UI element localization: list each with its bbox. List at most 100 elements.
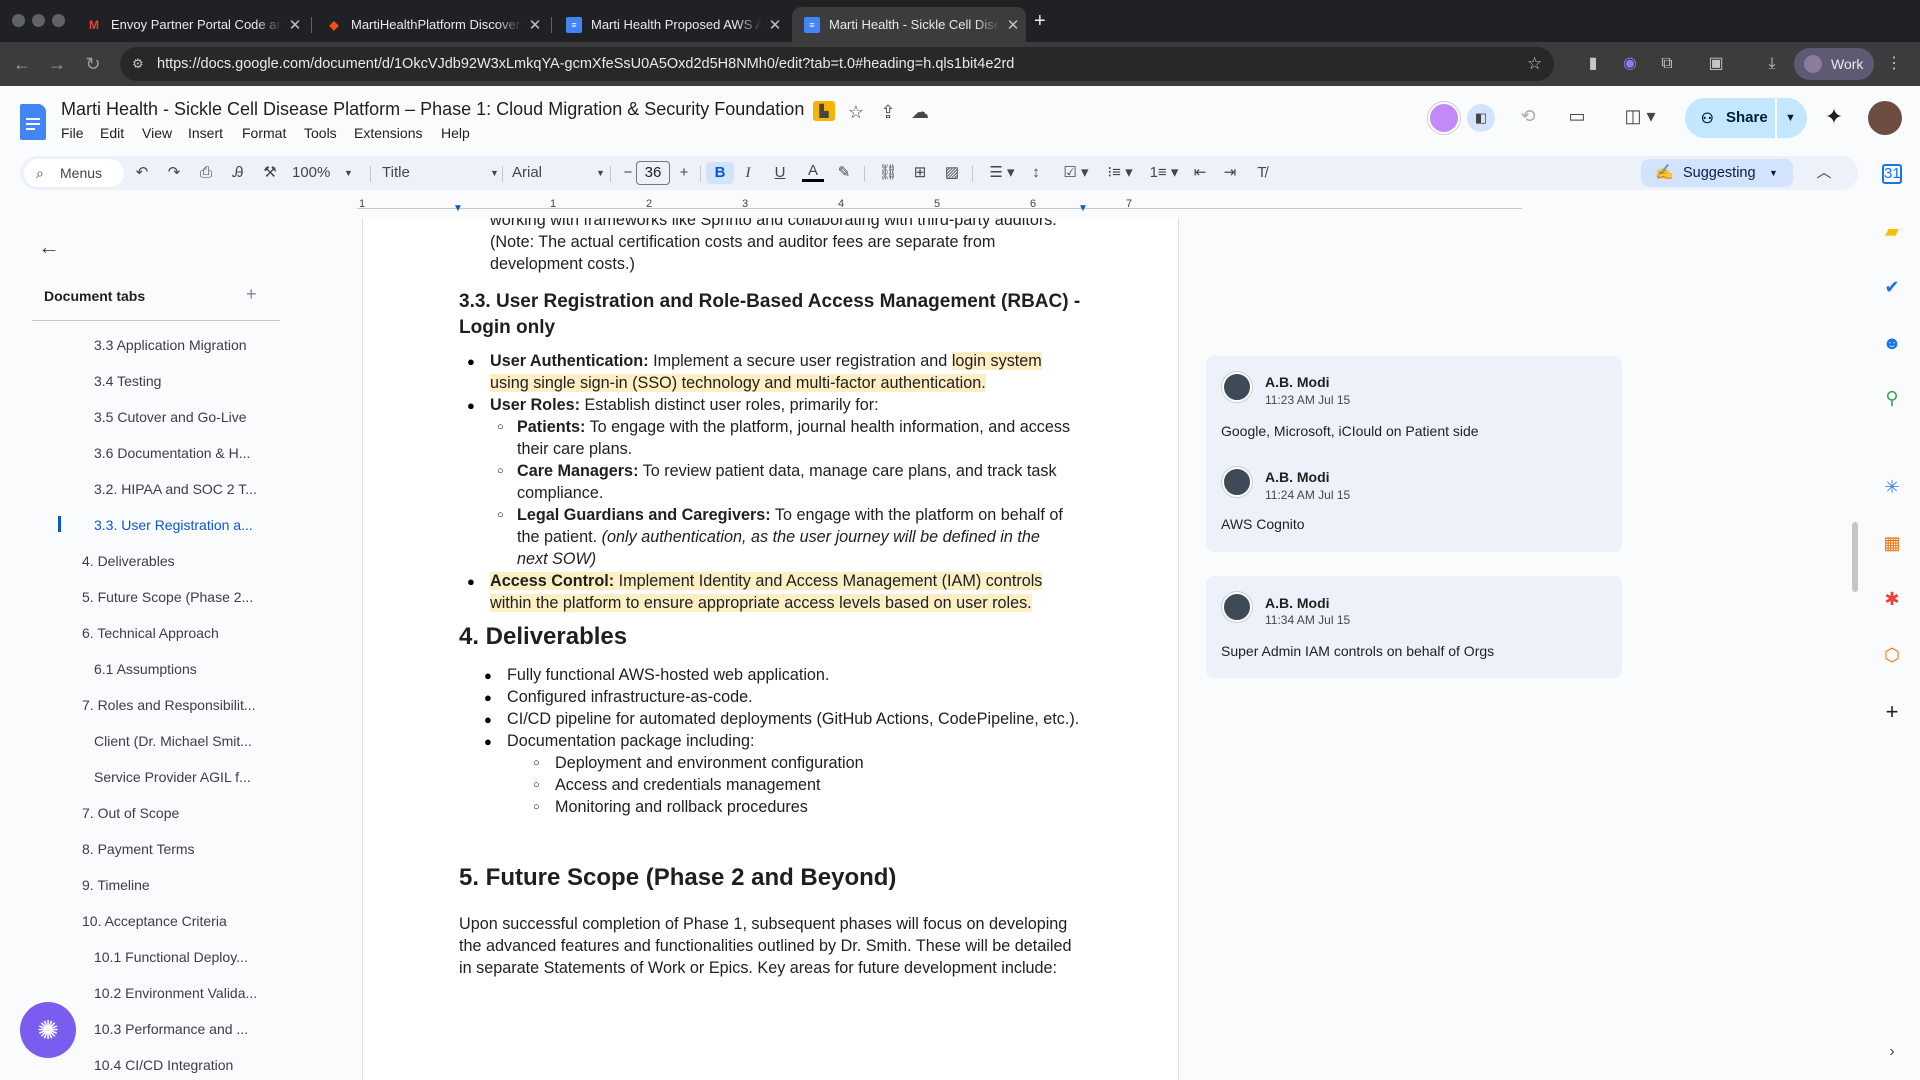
tab-close-icon[interactable]: ✕ [762, 16, 788, 34]
chevron-down-icon[interactable]: ▼ [1785, 98, 1796, 138]
extensions-puzzle-icon[interactable]: ⧉ [1657, 54, 1677, 74]
back-icon[interactable]: ← [8, 50, 36, 78]
style-select[interactable]: Title ▼ [382, 162, 502, 184]
outline-item[interactable]: 6. Technical Approach [82, 625, 219, 641]
star-icon[interactable]: ☆ [844, 102, 868, 123]
addon-icon[interactable]: ▦ [1880, 531, 1904, 555]
numbered-list-icon[interactable]: 1≡ ▾ [1144, 162, 1184, 184]
right-indent-marker-icon[interactable]: ▼ [1078, 203, 1088, 214]
outline-item[interactable]: 3.3 Application Migration [94, 337, 247, 353]
outline-item[interactable]: 10.1 Functional Deploy... [94, 949, 248, 965]
paint-format-icon[interactable]: ⚒ [260, 162, 280, 184]
scrollbar-thumb[interactable] [1852, 522, 1858, 592]
browser-tab[interactable]: ◆ MartiHealthPlatform Discovery ✕ [314, 7, 548, 42]
outline-item[interactable]: 10.2 Environment Valida... [94, 985, 257, 1001]
increase-font-size-icon[interactable]: + [674, 162, 694, 184]
suggestion-highlight[interactable]: login system [951, 352, 1042, 370]
outline-item[interactable]: 10.4 CI/CD Integration [94, 1057, 233, 1073]
outline-item[interactable]: 5. Future Scope (Phase 2... [82, 589, 253, 605]
bulleted-list-icon[interactable]: ⁝≡ ▾ [1100, 162, 1140, 184]
search-menus-input[interactable]: ⌕ Menus [24, 159, 124, 187]
window-close-dot[interactable] [12, 14, 25, 27]
menu-insert[interactable]: Insert [188, 125, 223, 141]
reload-icon[interactable]: ↻ [79, 50, 107, 78]
address-bar[interactable]: ⚙ https://docs.google.com/document/d/1Ok… [120, 47, 1554, 81]
maps-icon[interactable]: ⚲ [1880, 386, 1904, 410]
new-tab-icon[interactable]: + [1034, 10, 1046, 33]
suggestion-highlight[interactable]: using single sign-in (SSO) technology an… [490, 374, 986, 392]
outline-item[interactable]: 7. Out of Scope [82, 805, 179, 821]
move-icon[interactable]: ⇪ [876, 102, 900, 123]
tab-search-icon[interactable]: ▣ [1706, 54, 1726, 74]
site-info-icon[interactable]: ⚙ [132, 47, 144, 81]
menu-tools[interactable]: Tools [304, 125, 337, 141]
outline-item[interactable]: 9. Timeline [82, 877, 150, 893]
addon-icon[interactable]: ⬡ [1880, 643, 1904, 667]
clear-formatting-icon[interactable]: T̸ [1252, 162, 1272, 184]
menu-file[interactable]: File [61, 125, 84, 141]
bold-button[interactable]: B [706, 162, 734, 184]
italic-button[interactable]: I [738, 162, 758, 184]
increase-indent-icon[interactable]: ⇥ [1220, 162, 1240, 184]
meet-presence-icon[interactable]: ◧ [1467, 104, 1495, 132]
outline-item-current[interactable]: 3.3. User Registration a... [94, 517, 253, 533]
bookmark-star-icon[interactable]: ☆ [1527, 47, 1542, 81]
spellcheck-icon[interactable]: Ꭿ [228, 162, 248, 184]
align-select-icon[interactable]: ☰ ▾ [984, 162, 1020, 184]
outline-item[interactable]: Service Provider AGIL f... [94, 769, 251, 785]
window-minimize-dot[interactable] [32, 14, 45, 27]
calendar-icon[interactable]: 31 [1882, 164, 1902, 184]
chevron-right-icon[interactable]: › [1880, 1040, 1904, 1064]
browser-tab[interactable]: M Envoy Partner Portal Code and ✕ [74, 7, 308, 42]
menu-view[interactable]: View [142, 125, 172, 141]
profile-button[interactable]: Work [1794, 48, 1874, 80]
collaborator-avatar[interactable] [1428, 102, 1460, 134]
underline-button[interactable]: U [770, 162, 790, 184]
cloud-status-icon[interactable]: ☁ [908, 102, 932, 123]
add-comment-icon[interactable]: ⊞ [910, 162, 930, 184]
menu-format[interactable]: Format [242, 125, 286, 141]
document-title[interactable]: Marti Health - Sickle Cell Disease Platf… [61, 99, 804, 120]
avatar[interactable] [1868, 101, 1902, 135]
browser-tab[interactable]: ≡ Marti Health Proposed AWS A ✕ [554, 7, 788, 42]
outline-item[interactable]: 8. Payment Terms [82, 841, 195, 857]
outline-item[interactable]: 3.6 Documentation & H... [94, 445, 250, 461]
browser-menu-icon[interactable]: ⋮ [1884, 54, 1904, 74]
hide-menus-icon[interactable]: ︿ [1814, 162, 1834, 184]
line-spacing-icon[interactable]: ↕ [1026, 162, 1046, 184]
menu-extensions[interactable]: Extensions [354, 125, 422, 141]
gemini-sparkle-icon[interactable]: ✦ [1822, 104, 1846, 130]
font-size-input[interactable]: 36 [636, 161, 670, 185]
indent-marker-icon[interactable]: ▼ [453, 203, 463, 214]
menu-help[interactable]: Help [441, 125, 470, 141]
print-icon[interactable]: ⎙ [196, 162, 216, 184]
assistant-fab-icon[interactable]: ✺ [20, 1002, 76, 1058]
extension-icon[interactable]: ▮ [1583, 54, 1603, 74]
addon-icon[interactable]: ✱ [1880, 587, 1904, 611]
outline-item[interactable]: 3.4 Testing [94, 373, 161, 389]
editing-mode-select[interactable]: ✍ Suggesting ▼ [1641, 159, 1793, 187]
tab-close-icon[interactable]: ✕ [522, 16, 548, 34]
outline-item[interactable]: 10. Acceptance Criteria [82, 913, 227, 929]
add-addon-icon[interactable]: + [1880, 700, 1904, 724]
back-arrow-icon[interactable]: ← [38, 234, 60, 260]
outline-item[interactable]: 3.2. HIPAA and SOC 2 T... [94, 481, 257, 497]
decrease-indent-icon[interactable]: ⇤ [1190, 162, 1210, 184]
undo-icon[interactable]: ↶ [132, 162, 152, 184]
zoom-select[interactable]: 100% ▼ [292, 162, 356, 184]
highlight-color-icon[interactable]: ✎ [834, 162, 854, 184]
suggestion-highlight[interactable]: within the platform to ensure appropriat… [490, 594, 1032, 612]
redo-icon[interactable]: ↷ [164, 162, 184, 184]
addon-icon[interactable]: ✳ [1880, 475, 1904, 499]
tab-close-icon[interactable]: ✕ [1000, 16, 1026, 34]
label-icon[interactable]: ▙ [813, 101, 835, 121]
suggestion-highlight[interactable]: Implement Identity and Access Management… [614, 572, 1043, 590]
keep-icon[interactable]: ▰ [1880, 219, 1904, 243]
extension-icon[interactable]: ◉ [1620, 54, 1640, 74]
tasks-icon[interactable]: ✔ [1880, 275, 1904, 299]
browser-tab-active[interactable]: ≡ Marti Health - Sickle Cell Disease ✕ [792, 7, 1026, 42]
outline-item[interactable]: Client (Dr. Michael Smit... [94, 733, 252, 749]
outline-item[interactable]: 3.5 Cutover and Go-Live [94, 409, 247, 425]
version-history-icon[interactable]: ⟲ [1516, 106, 1540, 127]
comments-icon[interactable]: ▭ [1565, 106, 1589, 127]
